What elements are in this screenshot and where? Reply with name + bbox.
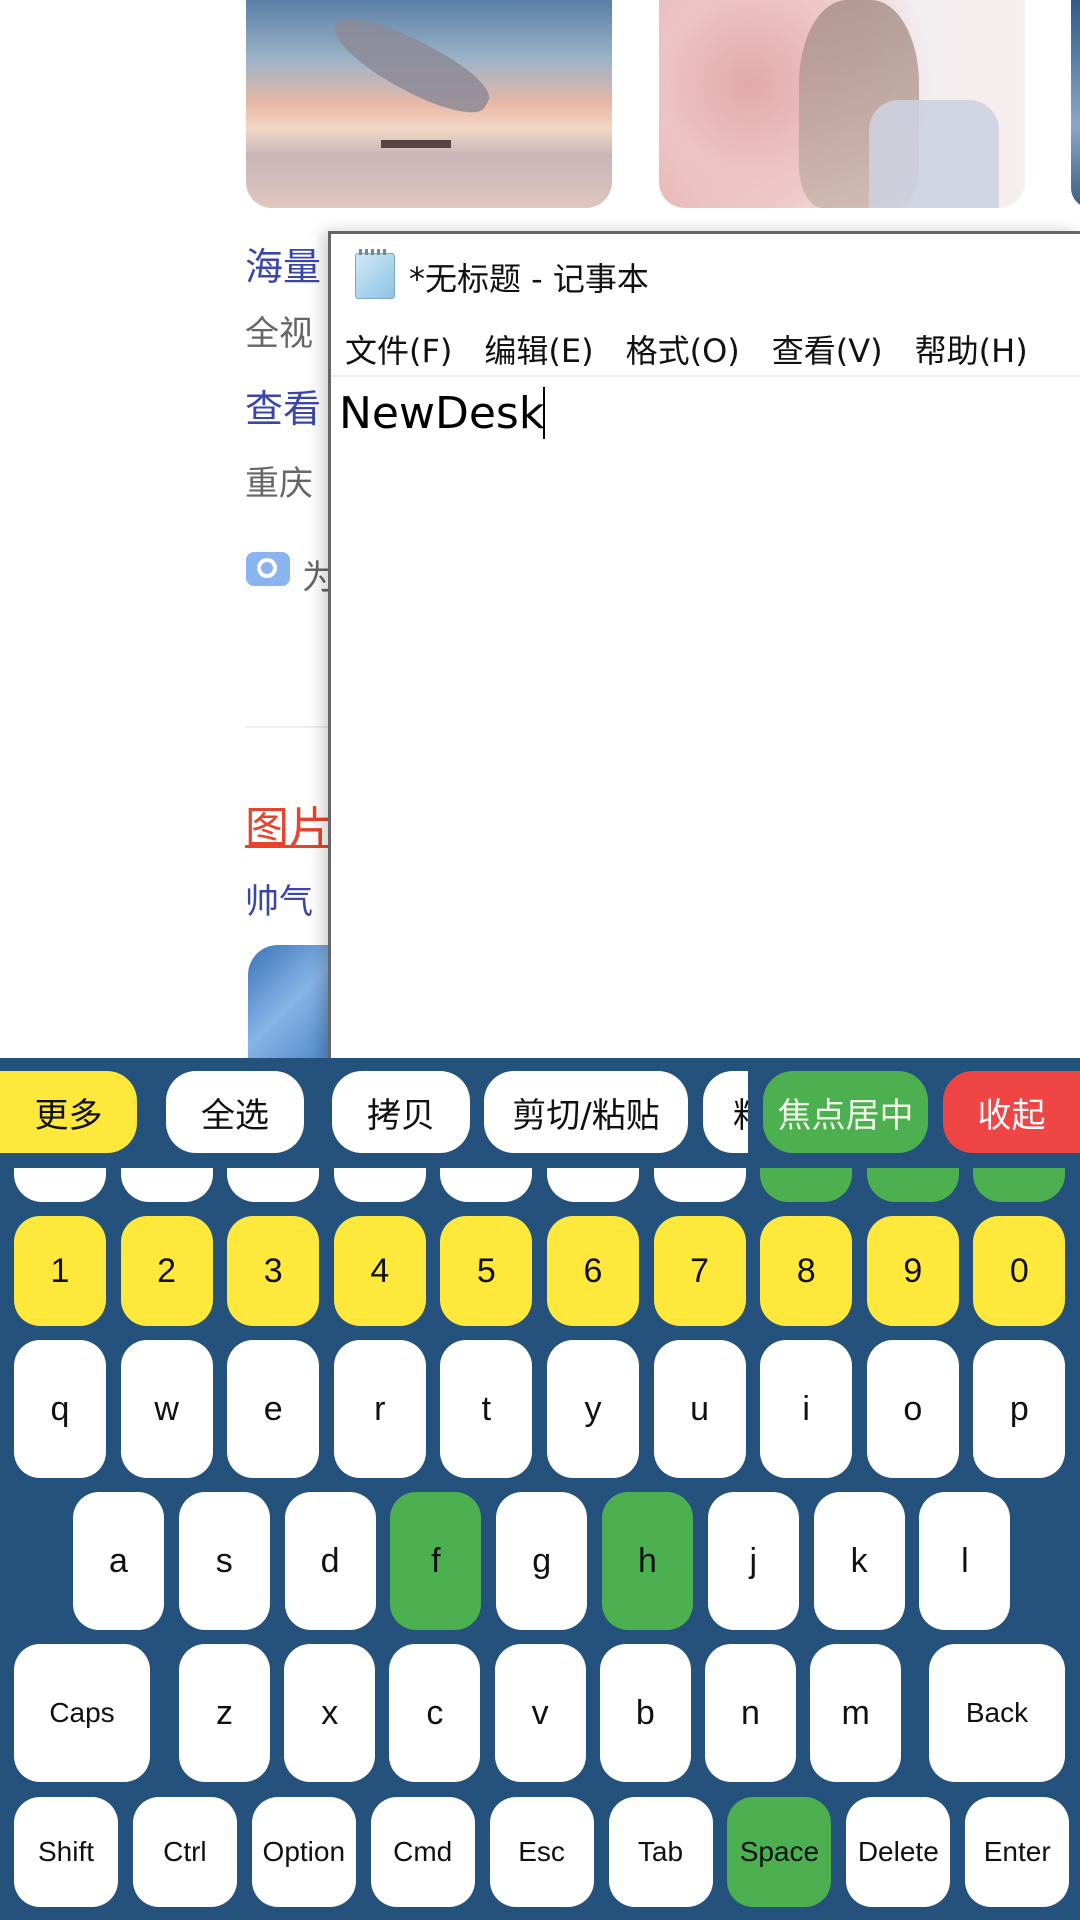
partially-hidden-key[interactable]: [333, 1168, 426, 1202]
partially-hidden-key[interactable]: [440, 1168, 533, 1202]
partially-hidden-key[interactable]: [227, 1168, 320, 1202]
menu-file[interactable]: 文件(F): [345, 326, 452, 372]
key-esc[interactable]: Esc: [489, 1797, 594, 1907]
key-0[interactable]: 0: [973, 1216, 1066, 1326]
menu-format[interactable]: 格式(O): [626, 326, 740, 372]
menu-view[interactable]: 查看(V): [772, 326, 883, 372]
partially-hidden-key[interactable]: [547, 1168, 639, 1202]
boat-shape: [381, 140, 451, 148]
menu-help[interactable]: 帮助(H): [915, 326, 1028, 372]
key-caps[interactable]: Caps: [14, 1644, 150, 1782]
key-p[interactable]: p: [973, 1340, 1066, 1478]
key-u[interactable]: u: [653, 1340, 746, 1478]
key-w[interactable]: w: [120, 1340, 213, 1478]
menu-bar: 文件(F) 编辑(E) 格式(O) 查看(V) 帮助(H): [331, 323, 1080, 377]
key-o[interactable]: o: [866, 1340, 959, 1478]
key-delete[interactable]: Delete: [846, 1797, 951, 1907]
key-8[interactable]: 8: [760, 1216, 853, 1326]
partially-hidden-key[interactable]: [973, 1168, 1066, 1202]
key-option[interactable]: Option: [251, 1797, 356, 1907]
partially-hidden-key[interactable]: [14, 1168, 106, 1202]
key-q[interactable]: q: [14, 1340, 106, 1478]
key-k[interactable]: k: [813, 1492, 905, 1630]
virtual-keyboard: 更多 全选 拷贝 剪切/粘贴 粘 焦点居中 收起 1234567890 qwert…: [0, 1058, 1080, 1920]
result-title-link[interactable]: 海量: [245, 236, 321, 291]
paste-button-partial[interactable]: 粘: [703, 1071, 748, 1153]
whale-shape: [324, 3, 498, 127]
title-bar[interactable]: *无标题 - 记事本: [331, 234, 1080, 314]
key-j[interactable]: j: [707, 1492, 799, 1630]
view-more-link[interactable]: 查看: [245, 378, 321, 433]
key-back[interactable]: Back: [929, 1644, 1065, 1782]
partially-hidden-key[interactable]: [120, 1168, 213, 1202]
key-6[interactable]: 6: [547, 1216, 639, 1326]
key-e[interactable]: e: [227, 1340, 320, 1478]
more-button[interactable]: 更多: [0, 1071, 137, 1153]
key-2[interactable]: 2: [120, 1216, 213, 1326]
dress-shape: [869, 100, 999, 208]
key-v[interactable]: v: [494, 1644, 586, 1782]
cut-paste-button[interactable]: 剪切/粘贴: [484, 1071, 688, 1153]
result-snippet: 全视: [245, 314, 313, 354]
key-5[interactable]: 5: [440, 1216, 533, 1326]
key-space[interactable]: Space: [727, 1797, 832, 1907]
key-3[interactable]: 3: [227, 1216, 320, 1326]
key-1[interactable]: 1: [14, 1216, 106, 1326]
notepad-icon: [355, 249, 395, 299]
images-section-subtitle[interactable]: 帅气: [245, 874, 313, 923]
key-g[interactable]: g: [496, 1492, 588, 1630]
key-b[interactable]: b: [599, 1644, 691, 1782]
key-shift[interactable]: Shift: [14, 1797, 118, 1907]
partially-hidden-key[interactable]: [760, 1168, 853, 1202]
key-enter[interactable]: Enter: [965, 1797, 1070, 1907]
key-cmd[interactable]: Cmd: [370, 1797, 475, 1907]
key-s[interactable]: s: [178, 1492, 270, 1630]
select-all-button[interactable]: 全选: [166, 1071, 304, 1153]
key-m[interactable]: m: [810, 1644, 902, 1782]
editor-content: NewDesk: [339, 388, 545, 439]
focus-center-button[interactable]: 焦点居中: [763, 1071, 928, 1153]
image-result-whale[interactable]: [246, 0, 612, 208]
key-y[interactable]: y: [547, 1340, 639, 1478]
key-4[interactable]: 4: [333, 1216, 426, 1326]
key-x[interactable]: x: [284, 1644, 376, 1782]
collapse-keyboard-button[interactable]: 收起: [943, 1071, 1080, 1153]
key-z[interactable]: z: [179, 1644, 270, 1782]
key-f[interactable]: f: [390, 1492, 482, 1630]
copy-button[interactable]: 拷贝: [332, 1071, 470, 1153]
key-n[interactable]: n: [705, 1644, 796, 1782]
text-editor[interactable]: NewDesk: [331, 379, 1080, 1059]
image-result-anime-girl[interactable]: [659, 0, 1025, 208]
key-i[interactable]: i: [760, 1340, 853, 1478]
notepad-window[interactable]: *无标题 - 记事本 文件(F) 编辑(E) 格式(O) 查看(V) 帮助(H)…: [328, 231, 1080, 1058]
window-title: *无标题 - 记事本: [409, 260, 649, 298]
key-r[interactable]: r: [333, 1340, 426, 1478]
key-d[interactable]: d: [284, 1492, 376, 1630]
result-source: 重庆: [245, 464, 313, 504]
search-icon: [246, 552, 290, 586]
key-a[interactable]: a: [73, 1492, 164, 1630]
key-h[interactable]: h: [602, 1492, 693, 1630]
image-result-thumbnail[interactable]: [248, 945, 338, 1058]
images-section-heading[interactable]: 图片: [245, 792, 333, 856]
key-7[interactable]: 7: [653, 1216, 746, 1326]
key-c[interactable]: c: [389, 1644, 481, 1782]
menu-edit[interactable]: 编辑(E): [484, 326, 593, 372]
key-ctrl[interactable]: Ctrl: [132, 1797, 237, 1907]
key-tab[interactable]: Tab: [608, 1797, 713, 1907]
key-l[interactable]: l: [919, 1492, 1011, 1630]
key-t[interactable]: t: [440, 1340, 533, 1478]
image-result-partial[interactable]: [1071, 0, 1080, 208]
key-9[interactable]: 9: [866, 1216, 959, 1326]
partially-hidden-key[interactable]: [653, 1168, 746, 1202]
partially-hidden-key[interactable]: [866, 1168, 959, 1202]
text-caret: [543, 387, 545, 439]
